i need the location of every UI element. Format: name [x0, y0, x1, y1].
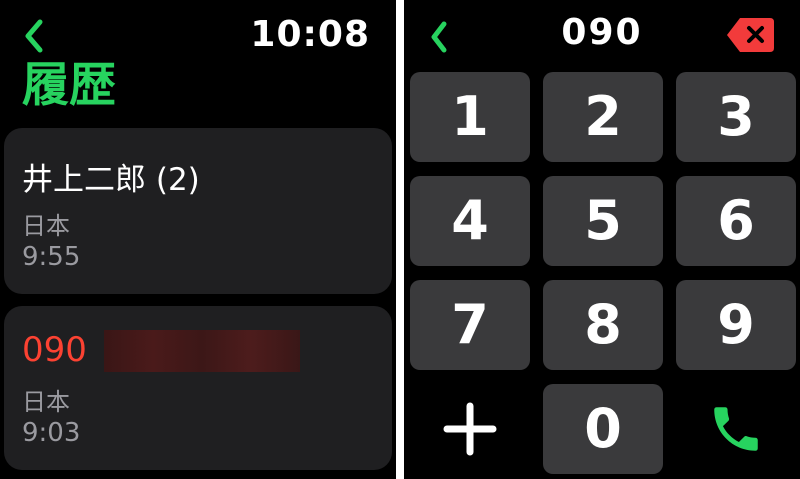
key-4[interactable]: 4: [410, 176, 530, 266]
redacted-number: [104, 330, 300, 372]
key-8[interactable]: 8: [543, 280, 663, 370]
keypad-back-button[interactable]: [428, 20, 450, 54]
key-6[interactable]: 6: [676, 176, 796, 266]
phone-icon: [714, 407, 758, 451]
key-7[interactable]: 7: [410, 280, 530, 370]
delete-button[interactable]: [726, 16, 776, 54]
plus-icon: [443, 402, 497, 456]
plus-key[interactable]: [410, 384, 530, 474]
entry-region: 日本: [22, 212, 70, 240]
key-0[interactable]: 0: [543, 384, 663, 474]
key-5[interactable]: 5: [543, 176, 663, 266]
chevron-left-icon: [25, 19, 43, 53]
chevron-left-icon: [431, 21, 447, 53]
key-9[interactable]: 9: [676, 280, 796, 370]
missed-call-number: 090: [22, 330, 87, 370]
history-entry[interactable]: 090 日本 9:03: [4, 306, 392, 470]
split-screen-stage: 10:08 履歴 井上二郎 (2) 日本 9:55 090 日本 9:03 09…: [0, 0, 800, 479]
entry-time: 9:03: [22, 418, 81, 448]
entry-time: 9:55: [22, 242, 81, 272]
delete-backspace-icon: [727, 18, 774, 52]
call-button[interactable]: [676, 384, 796, 474]
status-time: 10:08: [250, 14, 370, 55]
page-title: 履歴: [22, 58, 116, 113]
key-2[interactable]: 2: [543, 72, 663, 162]
key-1[interactable]: 1: [410, 72, 530, 162]
key-3[interactable]: 3: [676, 72, 796, 162]
history-entry[interactable]: 井上二郎 (2) 日本 9:55: [4, 128, 392, 294]
back-button[interactable]: [22, 18, 46, 54]
history-screen: 10:08 履歴 井上二郎 (2) 日本 9:55 090 日本 9:03: [0, 0, 396, 479]
contact-name: 井上二郎 (2): [22, 162, 200, 198]
entry-region: 日本: [22, 388, 70, 416]
keypad-screen: 090 1 2 3 4 5 6 7 8 9 0: [404, 0, 800, 479]
